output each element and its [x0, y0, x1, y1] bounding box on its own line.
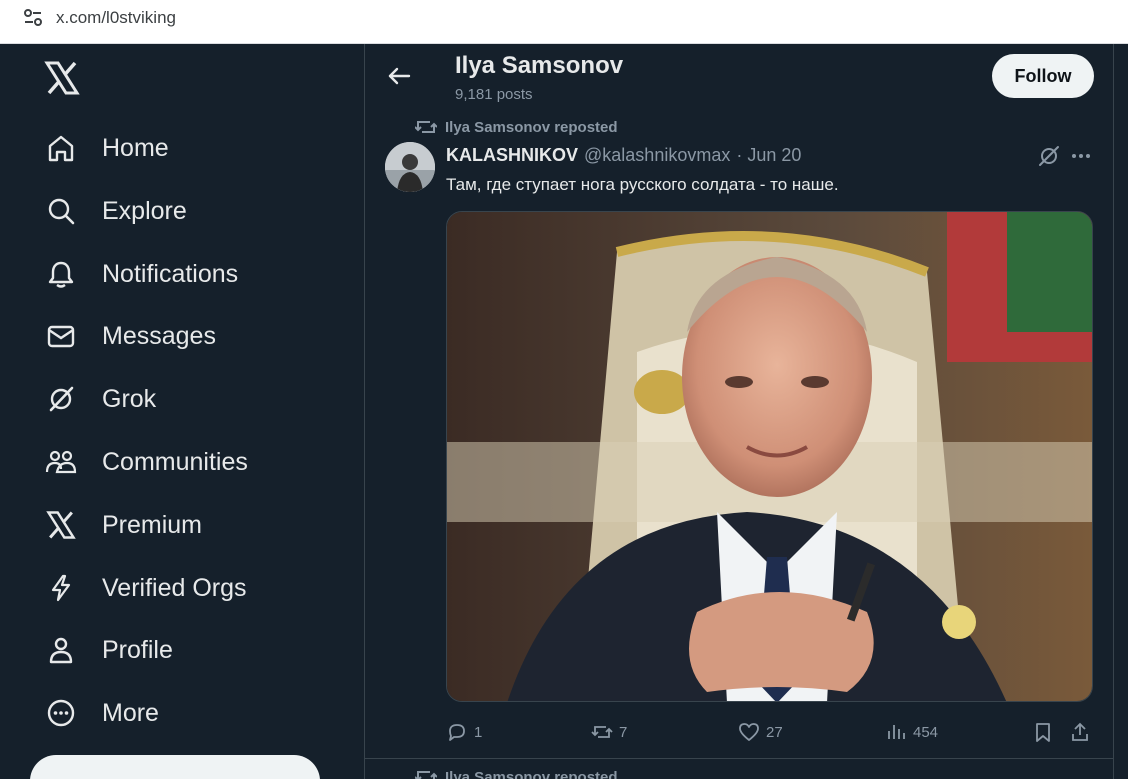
nav-label-premium: Premium — [102, 510, 203, 539]
author-name[interactable]: KALASHNIKOV — [446, 145, 578, 166]
grok-icon — [42, 380, 80, 418]
reply-icon — [449, 724, 465, 741]
next-repost-indicator: Ilya Samsonov reposted — [415, 768, 618, 779]
nav-item-premium[interactable]: Premium — [42, 502, 342, 548]
tweet-date[interactable]: · Jun 20 — [736, 145, 801, 166]
nav-label-communities: Communities — [102, 447, 248, 476]
tweet-actions: 1 7 27 454 — [446, 718, 1093, 746]
browser-address-bar: x.com/l0stviking — [0, 0, 1128, 44]
like-count: 27 — [766, 723, 783, 741]
nav-label-home: Home — [102, 133, 169, 162]
tweet-text: Там, где ступает нога русского солдата -… — [446, 175, 839, 194]
views-count: 454 — [913, 723, 939, 741]
repost-icon — [591, 726, 613, 738]
avatar[interactable] — [385, 142, 435, 192]
views-icon — [888, 725, 905, 739]
nav-label-more: More — [102, 698, 159, 727]
envelope-icon — [42, 317, 80, 355]
nav-label-profile: Profile — [102, 635, 173, 664]
bookmark-button[interactable] — [1032, 718, 1060, 746]
nav-label-grok: Grok — [102, 384, 157, 413]
main-column: Ilya Samsonov 9,181 posts Follow Ilya Sa… — [364, 44, 1114, 779]
views-button[interactable]: 454 — [885, 718, 938, 746]
post-button[interactable] — [30, 755, 320, 779]
repost-icon — [415, 121, 437, 133]
nav-item-profile[interactable]: Profile — [42, 627, 342, 673]
share-button[interactable] — [1069, 718, 1097, 746]
author-handle[interactable]: @kalashnikovmax — [584, 145, 730, 166]
repost-icon — [415, 771, 437, 779]
bookmark-icon — [1036, 723, 1050, 742]
bell-icon — [42, 255, 80, 293]
share-icon — [1072, 722, 1088, 741]
nav-item-messages[interactable]: Messages — [42, 313, 342, 359]
repost-text: Ilya Samsonov reposted — [445, 118, 618, 136]
grok-icon[interactable] — [1037, 144, 1061, 168]
repost-button[interactable]: 7 — [591, 718, 627, 746]
more-options-icon[interactable] — [1069, 144, 1093, 168]
follow-button[interactable]: Follow — [992, 54, 1094, 98]
nav-item-home[interactable]: Home — [42, 125, 342, 171]
like-button[interactable]: 27 — [738, 718, 783, 746]
nav-item-explore[interactable]: Explore — [42, 188, 342, 234]
url-text[interactable]: x.com/l0stviking — [56, 8, 176, 28]
tweet-header: KALASHNIKOV @kalashnikovmax · Jun 20 — [446, 145, 801, 166]
site-settings-icon[interactable] — [22, 7, 44, 29]
tweet-divider — [365, 758, 1113, 759]
people-icon — [42, 443, 80, 481]
back-arrow-icon[interactable] — [385, 62, 413, 90]
profile-name: Ilya Samsonov — [455, 52, 624, 79]
tweet-image[interactable] — [446, 211, 1093, 702]
nav-item-grok[interactable]: Grok — [42, 376, 342, 422]
home-icon — [42, 129, 80, 167]
heart-icon — [739, 723, 759, 741]
post-count: 9,181 posts — [455, 86, 533, 103]
more-circle-icon — [42, 694, 80, 732]
nav-item-more[interactable]: More — [42, 690, 342, 736]
nav-label-verified-orgs: Verified Orgs — [102, 573, 247, 602]
nav-item-communities[interactable]: Communities — [42, 439, 342, 485]
reply-count: 1 — [474, 723, 483, 741]
nav-label-messages: Messages — [102, 321, 216, 350]
nav-item-notifications[interactable]: Notifications — [42, 251, 342, 297]
lightning-icon — [42, 569, 80, 607]
nav-item-verified-orgs[interactable]: Verified Orgs — [42, 565, 342, 611]
x-logo-icon — [42, 506, 80, 544]
nav-label-notifications: Notifications — [102, 259, 239, 288]
url-field[interactable]: x.com/l0stviking — [8, 2, 1120, 34]
nav-label-explore: Explore — [102, 196, 187, 225]
search-icon — [42, 192, 80, 230]
reply-button[interactable]: 1 — [446, 718, 482, 746]
repost-indicator: Ilya Samsonov reposted — [415, 118, 618, 136]
x-logo-icon[interactable] — [44, 60, 80, 96]
sidebar: Home Explore Notifications Messages Grok… — [0, 44, 364, 779]
person-icon — [42, 631, 80, 669]
next-repost-text: Ilya Samsonov reposted — [445, 768, 618, 779]
repost-count: 7 — [619, 723, 628, 741]
